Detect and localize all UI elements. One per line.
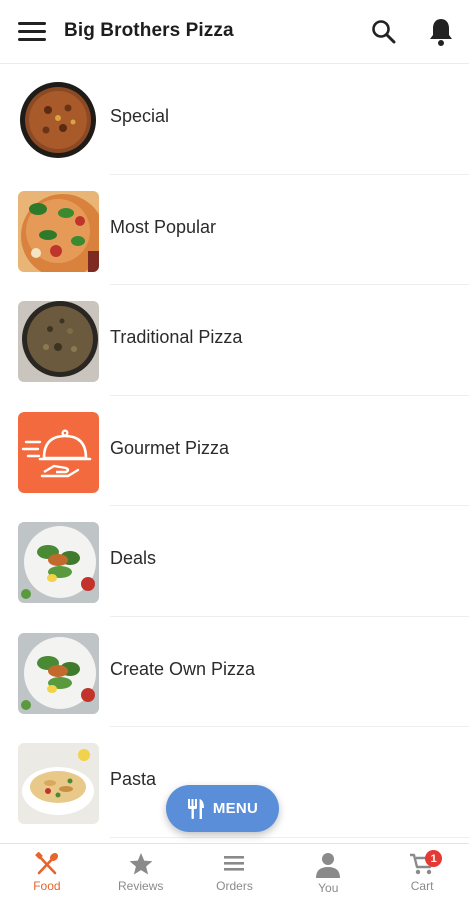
bottom-navigation: Food Reviews Orders You 1 Cart bbox=[0, 843, 469, 900]
bell-icon[interactable] bbox=[427, 16, 455, 48]
salad-plate-photo bbox=[18, 522, 99, 603]
cart-badge: 1 bbox=[425, 850, 443, 867]
category-item-deals[interactable]: Deals bbox=[0, 506, 469, 617]
app-title: Big Brothers Pizza bbox=[64, 20, 234, 41]
category-item-special[interactable]: Special bbox=[0, 64, 469, 175]
category-item-gourmet-pizza[interactable]: Gourmet Pizza bbox=[0, 396, 469, 506]
menu-fab-button[interactable]: MENU bbox=[166, 785, 279, 832]
hamburger-menu-icon[interactable] bbox=[18, 22, 46, 42]
category-item-most-popular[interactable]: Most Popular bbox=[0, 175, 469, 285]
nav-item-reviews[interactable]: Reviews bbox=[94, 844, 188, 900]
pizza-special-photo bbox=[18, 80, 99, 161]
category-label: Most Popular bbox=[110, 216, 217, 237]
food-utensils-icon bbox=[35, 852, 58, 875]
star-icon bbox=[129, 853, 153, 875]
search-icon[interactable] bbox=[370, 18, 398, 46]
pizza-traditional-photo bbox=[18, 301, 99, 382]
nav-item-you[interactable]: You bbox=[281, 844, 375, 900]
pasta-bowl-photo bbox=[18, 743, 99, 824]
category-label: Gourmet Pizza bbox=[110, 437, 230, 458]
divider bbox=[110, 836, 469, 838]
nav-label: Food bbox=[33, 879, 61, 893]
category-item-traditional-pizza[interactable]: Traditional Pizza bbox=[0, 285, 469, 396]
person-icon bbox=[316, 853, 341, 878]
nav-label: Orders bbox=[216, 879, 253, 893]
nav-item-cart[interactable]: 1 Cart bbox=[375, 844, 469, 900]
category-list: Special Most Popular Traditional Pizza G… bbox=[0, 64, 469, 838]
serving-cloche-icon bbox=[18, 411, 99, 493]
category-item-create-own-pizza[interactable]: Create Own Pizza bbox=[0, 617, 469, 727]
category-label: Traditional Pizza bbox=[110, 327, 243, 347]
category-label: Pasta bbox=[110, 769, 157, 789]
menu-fab-label: MENU bbox=[212, 800, 259, 817]
nav-label: Cart bbox=[410, 879, 434, 893]
fork-knife-icon bbox=[187, 798, 204, 819]
app-bar: Big Brothers Pizza bbox=[0, 0, 469, 64]
nav-label: Reviews bbox=[118, 879, 164, 893]
category-label: Create Own Pizza bbox=[110, 658, 256, 679]
pizza-basil-photo bbox=[18, 190, 99, 272]
nav-label: You bbox=[318, 881, 339, 895]
nav-item-food[interactable]: Food bbox=[0, 844, 94, 900]
nav-item-orders[interactable]: Orders bbox=[188, 844, 282, 900]
salad-plate-photo bbox=[18, 632, 99, 714]
list-icon bbox=[224, 856, 245, 871]
category-label: Deals bbox=[110, 548, 157, 568]
category-label: Special bbox=[110, 106, 170, 126]
